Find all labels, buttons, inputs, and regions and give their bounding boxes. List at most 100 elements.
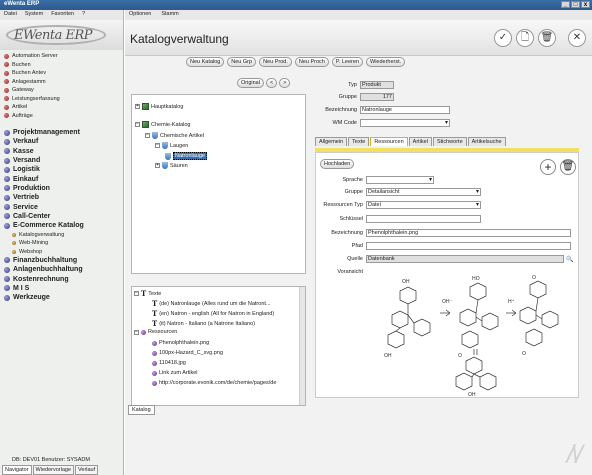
tree-node-natronlauge[interactable]: Natronlauge [165,152,207,160]
module-icon [4,166,10,173]
resources-panel: Hochladen + 🗑 Sprache GruppeDetailansich… [315,152,579,398]
restore-button[interactable]: Wiederherst. [366,57,406,67]
minimize-button[interactable]: _ [561,1,570,8]
tab-allgemein[interactable]: Allgemein [315,137,348,146]
gruppe-field[interactable]: 177 [360,93,394,101]
book-icon [142,121,149,128]
text-item-en[interactable]: T (en) Natron - english (All for Natron i… [152,309,274,318]
tab-artikel[interactable]: Artikel [408,137,432,146]
tab-katalog[interactable]: Katalog [128,405,155,415]
ressourcen-typ-select[interactable]: Datei [366,201,481,209]
original-button[interactable]: Original [237,78,264,88]
typ-field[interactable]: Produkt [360,81,394,89]
bezeichnung-field[interactable]: Natronlauge [360,106,450,114]
menu-datei[interactable]: Datei [4,11,17,19]
quelle-field[interactable]: Datenbank [366,255,564,263]
nav-item-versand[interactable]: Versand [4,156,119,165]
new-document-button[interactable]: 🗋 [516,29,534,47]
tab-navigator[interactable]: Navigator [2,465,32,475]
nav-item-webmining[interactable]: Web-Mining [4,239,119,248]
gruppe-label: Gruppe [344,189,363,195]
delete-button[interactable]: 🗑 [538,29,556,47]
resource-item[interactable]: http://corporate.evonik.com/de/chemie/pa… [152,380,276,386]
close-button[interactable]: ✕ [568,29,586,47]
tab-texte[interactable]: Texte [348,137,370,146]
page-header: Katalogverwaltung ✓ 🗋 🗑 ✕ [125,20,592,56]
nav-item-ecommerce[interactable]: E-Commerce Katalog [4,221,119,230]
back-button[interactable]: < [265,78,278,88]
nav-item-logistik[interactable]: Logistik [4,165,119,174]
nav-item-artikel[interactable]: Artikel [4,103,119,112]
typ-label: Typ [348,82,357,88]
add-button[interactable]: + [540,159,556,175]
text-item-it[interactable]: T (it) Natron - Italiano (a Natrone Itali… [152,319,255,328]
pfad-field[interactable] [366,242,571,250]
menu-favoriten[interactable]: Favoriten [51,11,74,19]
nav-item-kostenrechnung[interactable]: Kostenrechnung [4,274,119,283]
tree-node-chemische-artikel[interactable]: − Chemische Artikel [145,132,204,139]
nav-item-buchen-antev[interactable]: Buchen Antev [4,69,119,78]
nav-item-automation[interactable]: Automation Server [4,52,119,61]
wm-code-label: WM Code [332,120,357,126]
p-leeren-button[interactable]: P. Leeren [331,57,363,67]
menu-stamm[interactable]: Stamm [161,11,178,19]
tab-verlauf[interactable]: Verlauf [75,465,99,475]
text-item-de[interactable]: T (de) Natronlauge (Alles rund um die Nat… [152,299,271,308]
nav-item-katalogverwaltung[interactable]: Katalogverwaltung [4,230,119,239]
tab-ressourcen[interactable]: Ressourcen [370,137,408,146]
tab-stichworte[interactable]: Stichworte [432,137,467,146]
nav-item-anlagenbuchhaltung[interactable]: Anlagenbuchhaltung [4,265,119,274]
window-close-button[interactable]: x [581,1,590,8]
menu-system[interactable]: System [25,11,43,19]
nav-item-mis[interactable]: M I S [4,284,119,293]
new-group-button[interactable]: Neu Grp [227,57,257,67]
schluessel-field[interactable] [366,215,481,223]
tab-artikelsuche[interactable]: Artikelsuche [467,137,506,146]
resource-item[interactable]: Link zum Artikel [152,370,198,376]
nav-item-callcenter[interactable]: Call-Center [4,212,119,221]
resource-scrollbar[interactable] [299,287,305,405]
nav-item-buchen[interactable]: Buchen [4,61,119,70]
nav-item-auftraege[interactable]: Aufträge [4,112,119,121]
nav-item-verkauf[interactable]: Verkauf [4,137,119,146]
new-product-button[interactable]: Neu Prod. [259,57,292,67]
nav-item-gateway[interactable]: Gateway [4,86,119,95]
nav-item-service[interactable]: Service [4,202,119,211]
sprache-select[interactable] [366,176,434,184]
resource-item[interactable]: Phenolphthalein.png [152,340,209,346]
resource-item[interactable]: 100px-Hazard_C_svg.png [152,350,223,356]
tree-node-ressourcen[interactable]: − Ressourcen [134,329,177,335]
menu-help[interactable]: ? [82,11,85,19]
bezeichnung-field[interactable]: Phenolphthalein.png [366,229,571,237]
nav-item-produktion[interactable]: Produktion [4,184,119,193]
tree-node-texte[interactable]: − T Texte [134,289,161,298]
nav-item-finanzbuchhaltung[interactable]: Finanzbuchhaltung [4,256,119,265]
text-icon: T [152,299,158,308]
tree-node-chemie[interactable]: − Chemie-Katalog [135,121,190,128]
nav-item-webshop[interactable]: Webshop [4,247,119,256]
maximize-button[interactable]: □ [571,1,580,8]
save-button[interactable]: ✓ [494,29,512,47]
wm-code-select[interactable] [360,119,450,127]
menu-optionen[interactable]: Optionen [129,11,151,19]
nav-item-einkauf[interactable]: Einkauf [4,174,119,183]
new-proch-button[interactable]: Neu Proch [294,57,329,67]
tab-wiedervorlage[interactable]: Wiedervorlage [32,465,75,475]
delete-resource-button[interactable]: 🗑 [560,159,576,175]
nav-item-projektmanagement[interactable]: Projektmanagement [4,128,119,137]
nav-item-werkzeuge[interactable]: Werkzeuge [4,293,119,302]
new-catalog-button[interactable]: Neu Katalog [186,57,225,67]
nav-item-vertrieb[interactable]: Vertrieb [4,193,119,202]
module-icon [4,157,10,164]
module-icon [4,148,10,155]
nav-item-leistung[interactable]: Leistungserfassung [4,95,119,104]
search-icon[interactable]: 🔍 [566,256,573,263]
tree-node-hauptkatalog[interactable]: + Hauptkatalog [135,103,183,110]
tree-node-saeuren[interactable]: + Säuren [155,162,188,169]
resource-item[interactable]: 110418.jpg [152,360,186,366]
upload-button[interactable]: Hochladen [320,159,355,169]
gruppe-select[interactable]: Detailansicht [366,188,481,196]
nav-item-anlagestamm[interactable]: Anlagestamm [4,78,119,87]
nav-item-kasse[interactable]: Kasse [4,147,119,156]
tree-node-laugen[interactable]: − Laugen [155,142,188,149]
